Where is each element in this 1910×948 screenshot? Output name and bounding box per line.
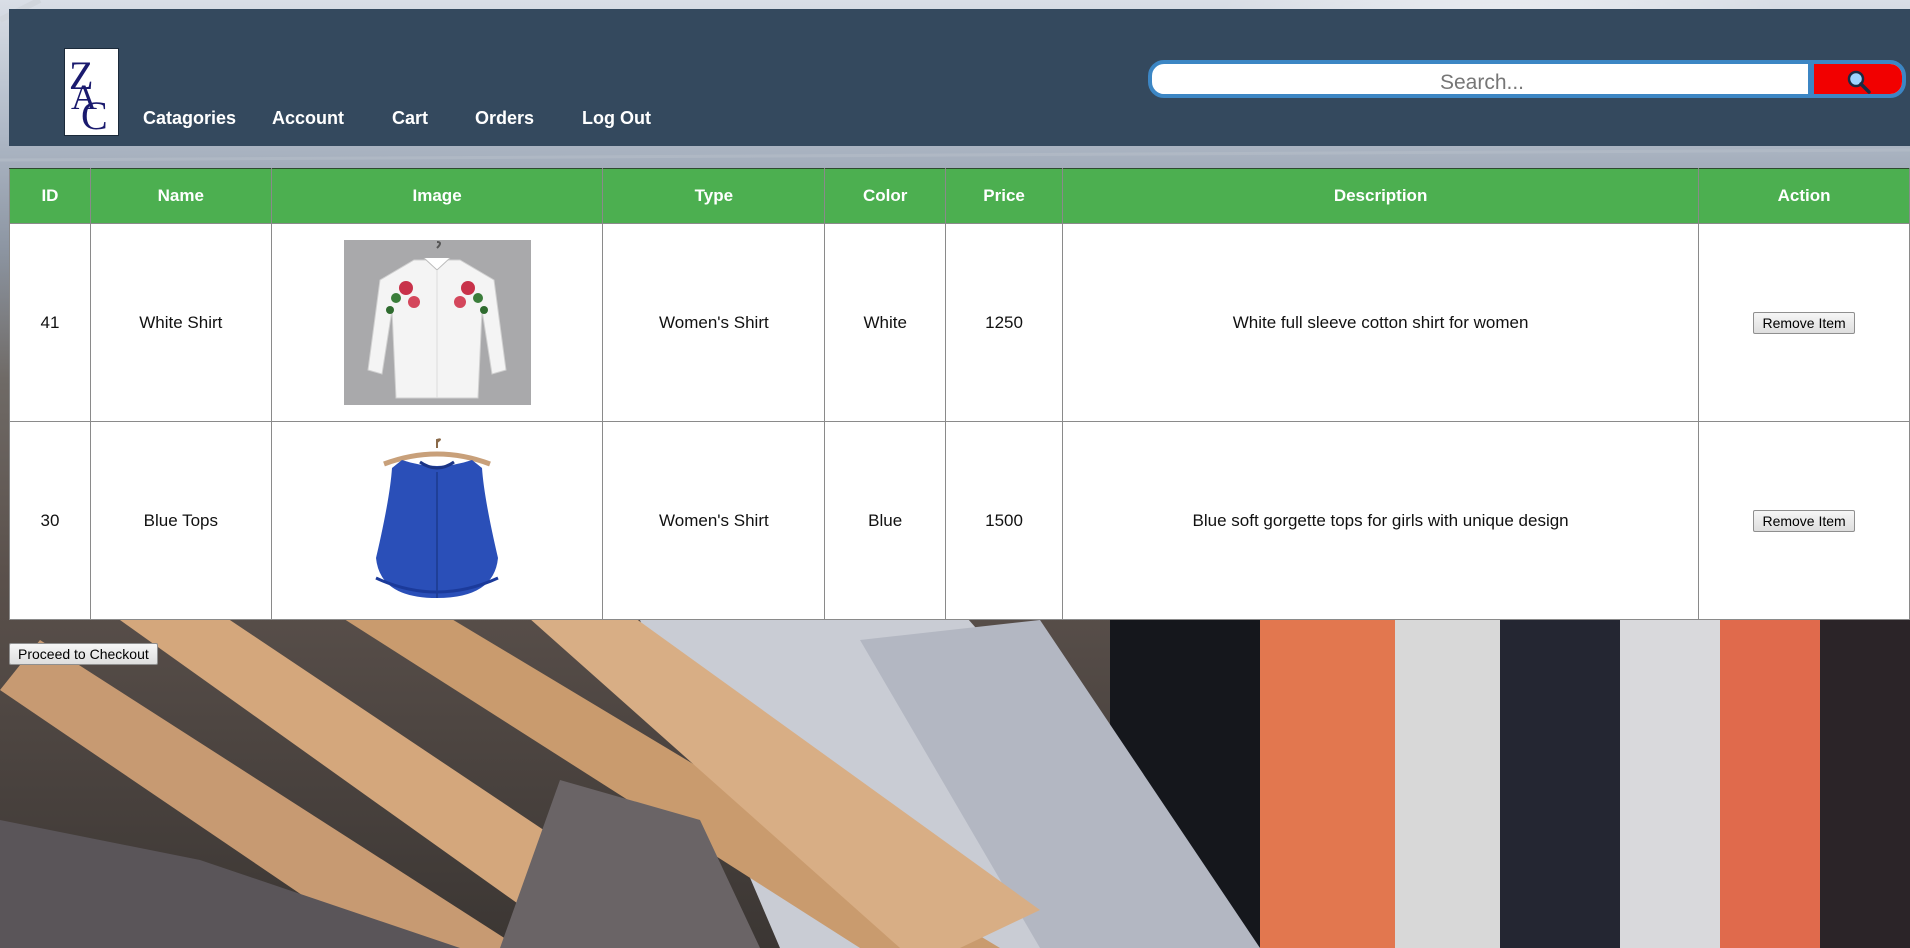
site-header: Z A C Catagories Account Cart Orders Log… [9,9,1910,146]
cell-description: White full sleeve cotton shirt for women [1061,223,1700,422]
svg-text:C: C [81,93,108,135]
cart-table: ID Name Image Type Color Price Descripti… [9,168,1910,620]
column-header-id: ID [9,168,91,224]
cell-image [270,421,604,620]
column-header-name: Name [89,168,272,224]
cell-color: Blue [824,421,947,620]
search-button[interactable] [1814,64,1902,94]
nav-item-orders[interactable]: Orders [475,108,534,129]
remove-item-button[interactable]: Remove Item [1753,311,1855,334]
proceed-to-checkout-button[interactable]: Proceed to Checkout [9,643,158,665]
product-image-blue-top [343,438,531,603]
table-header-row: ID Name Image Type Color Price Descripti… [9,168,1910,224]
table-row: 41 White Shirt Women's Shirt White 1250 … [9,223,1910,422]
nav-item-account[interactable]: Account [272,108,344,129]
cell-image [270,223,604,422]
cell-price: 1250 [945,223,1063,422]
cell-type: Women's Shirt [602,421,826,620]
site-logo[interactable]: Z A C [64,48,119,138]
cell-action: Remove Item [1698,223,1910,422]
column-header-price: Price [945,168,1063,224]
cell-type: Women's Shirt [602,223,826,422]
nav-item-cart[interactable]: Cart [392,108,428,129]
cell-price: 1500 [945,421,1063,620]
column-header-color: Color [824,168,947,224]
remove-item-button[interactable]: Remove Item [1753,509,1855,532]
cell-action: Remove Item [1698,421,1910,620]
cell-color: White [824,223,947,422]
cell-description: Blue soft gorgette tops for girls with u… [1061,421,1700,620]
table-row: 30 Blue Tops Women's Shirt Blue 1500 Blu… [9,421,1910,620]
logo-monogram: Z A C [69,53,108,138]
column-header-type: Type [602,168,826,224]
search-bar [1148,60,1906,98]
nav-item-logout[interactable]: Log Out [582,108,651,129]
cell-id: 41 [9,223,91,422]
cell-name: White Shirt [89,223,272,422]
product-image-white-shirt [343,240,531,405]
search-input[interactable] [1160,68,1804,94]
nav-item-categories[interactable]: Catagories [143,108,236,129]
column-header-description: Description [1061,168,1700,224]
column-header-action: Action [1698,168,1910,224]
search-icon [1847,70,1871,94]
cell-name: Blue Tops [89,421,272,620]
cell-id: 30 [9,421,91,620]
column-header-image: Image [270,168,604,224]
